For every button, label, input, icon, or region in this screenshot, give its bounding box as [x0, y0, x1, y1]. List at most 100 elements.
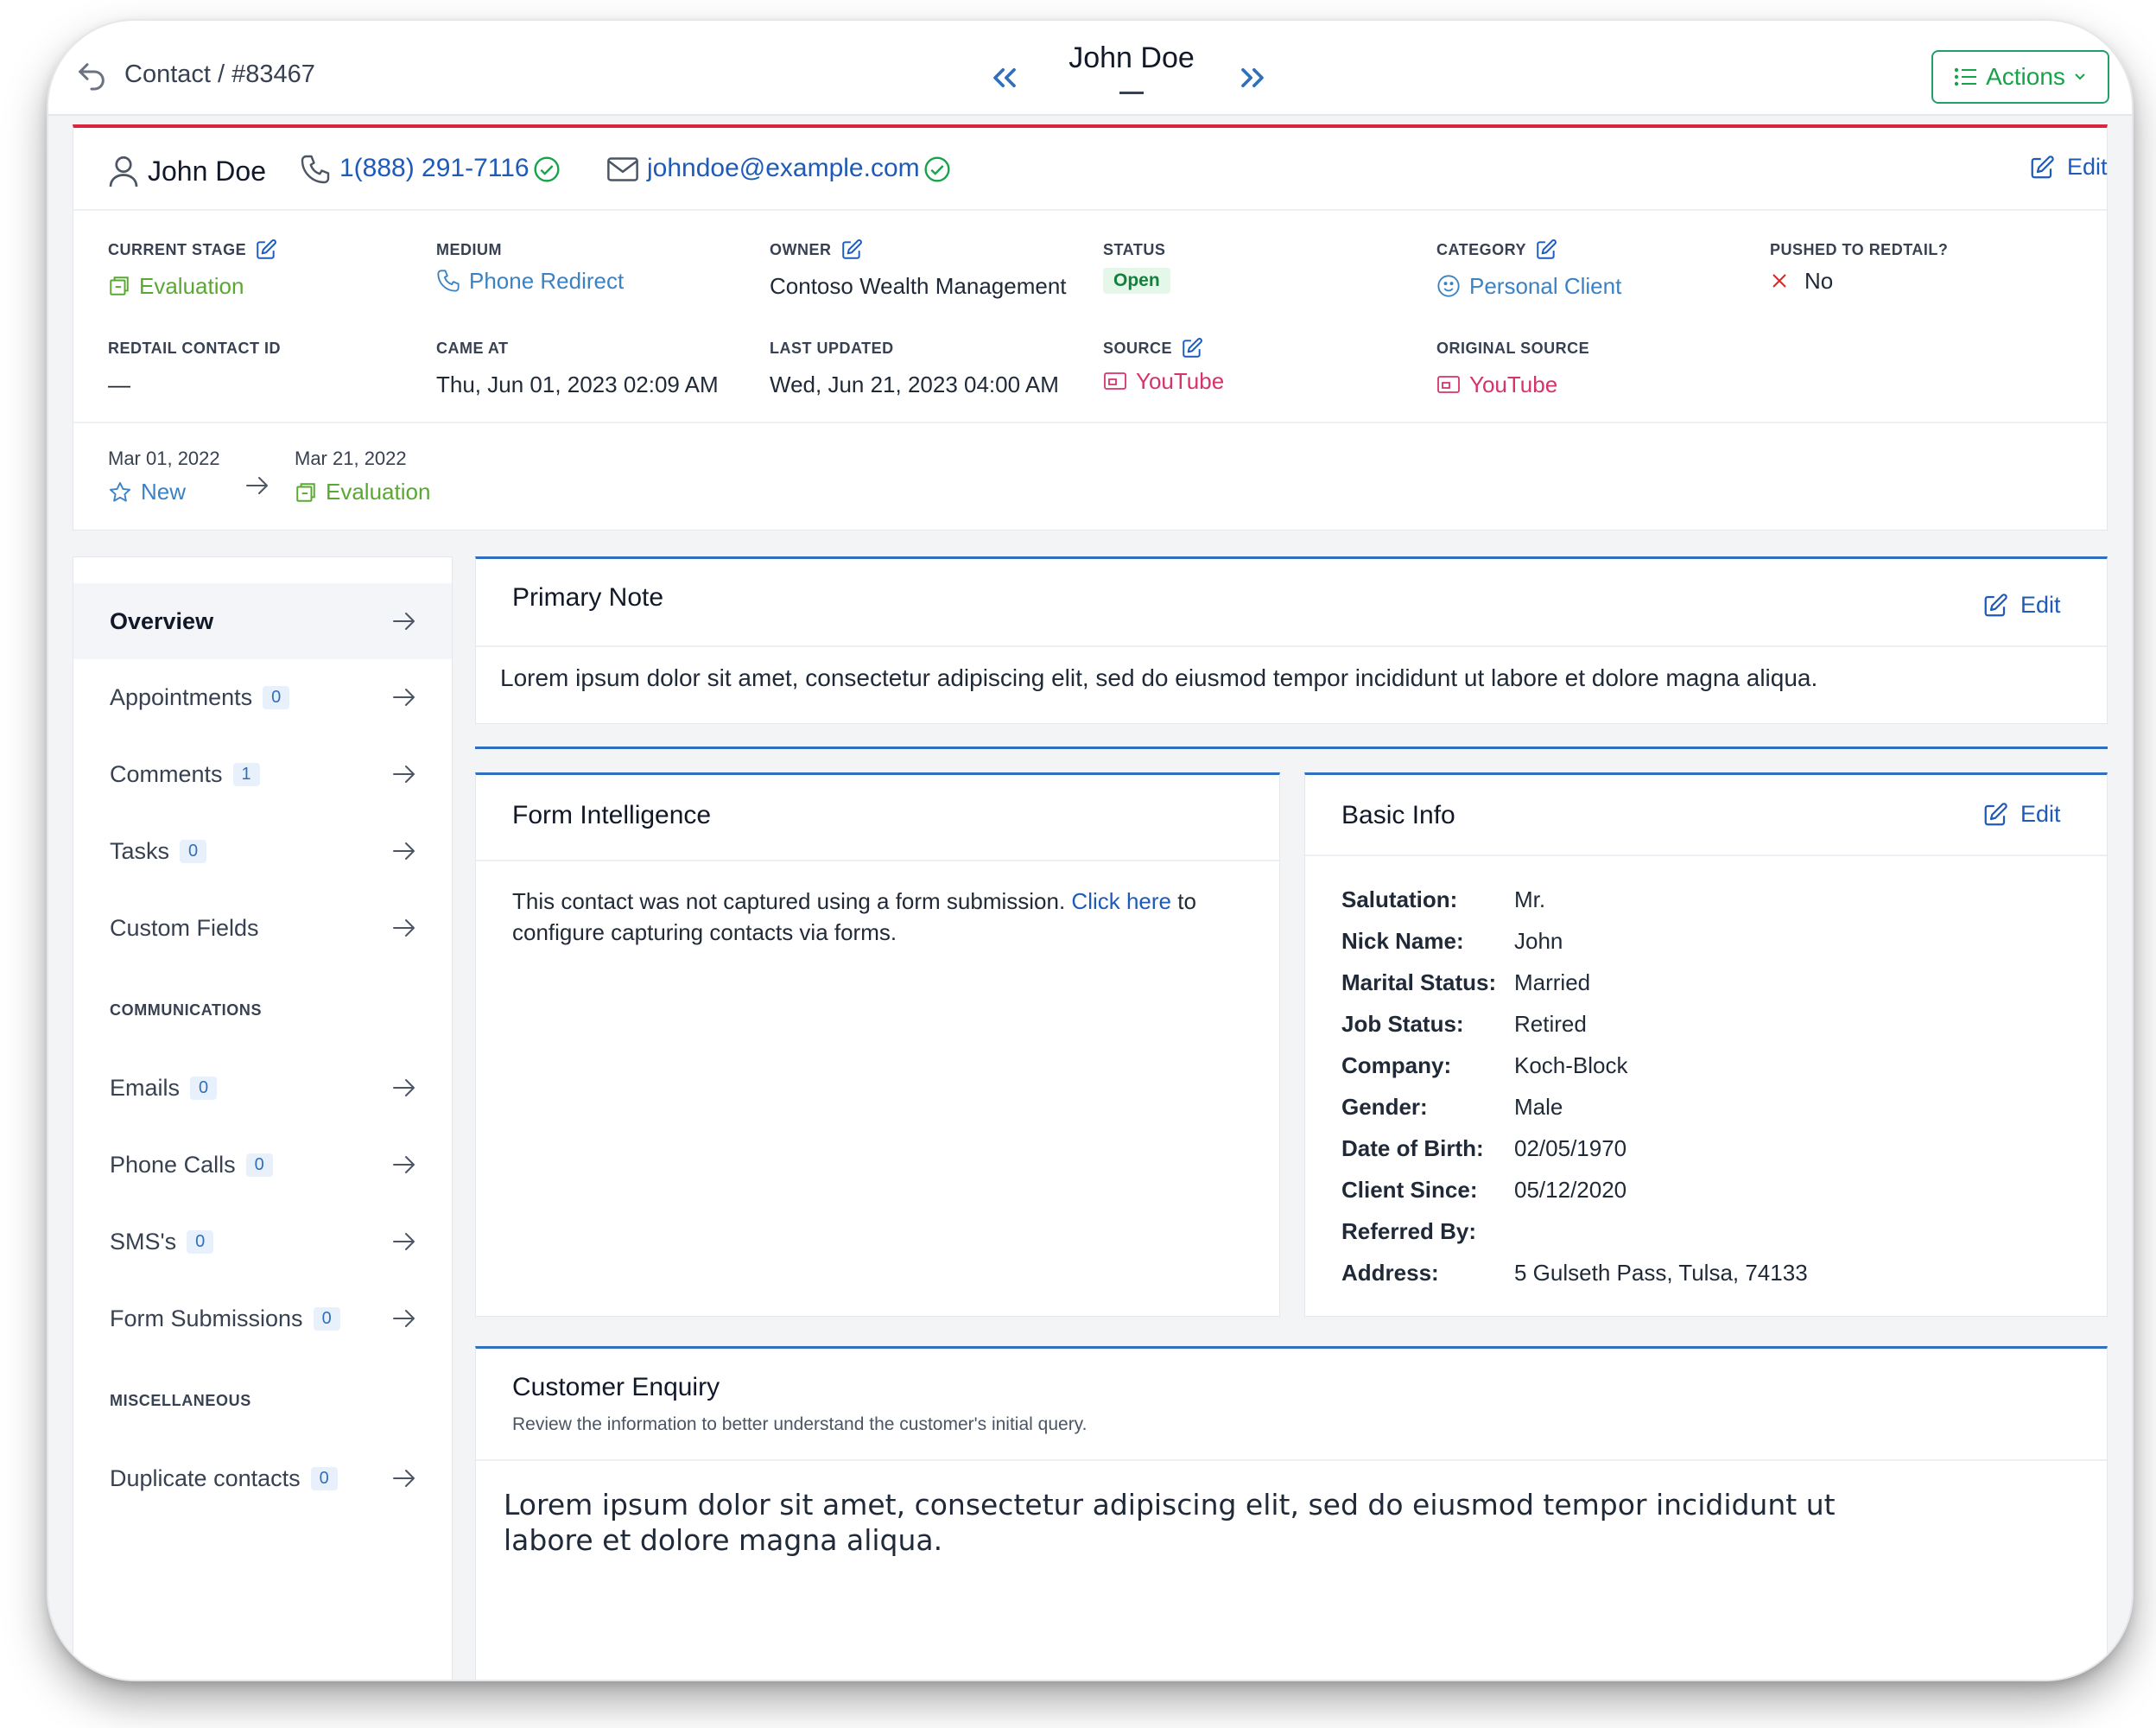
section-title-communications: COMMUNICATIONS: [110, 1001, 263, 1019]
mail-icon: [607, 157, 638, 181]
info-value: Male: [1514, 1093, 1563, 1120]
sidebar-item-label: Form Submissions: [110, 1305, 303, 1331]
divider: [1305, 854, 2107, 856]
current-stage-value: Evaluation: [139, 272, 244, 299]
actions-button[interactable]: Actions: [1931, 50, 2109, 104]
field-source: SOURCE YouTube: [1103, 335, 1224, 396]
card-subtitle: Review the information to better underst…: [512, 1414, 1088, 1434]
card-title: Primary Note: [512, 583, 664, 612]
sidebar-item-label: Phone Calls: [110, 1151, 236, 1178]
medium-value: Phone Redirect: [469, 267, 625, 294]
edit-primary-note-button[interactable]: Edit: [1982, 592, 2061, 619]
edit-icon: [1984, 593, 2007, 616]
sidebar-item-label: Tasks: [110, 837, 170, 864]
sidebar-item-label: Custom Fields: [110, 914, 259, 941]
sidebar-item-custom-fields[interactable]: Custom Fields: [73, 890, 452, 966]
edit-basic-info-button[interactable]: Edit: [1982, 801, 2061, 828]
click-here-link[interactable]: Click here: [1071, 888, 1171, 914]
field-category: CATEGORY Personal Client: [1436, 237, 1621, 301]
edit-icon[interactable]: [1181, 337, 1203, 359]
top-bar: Contact / #83467 John Doe Actions: [48, 21, 2132, 116]
sidebar-item-emails[interactable]: Emails 0: [73, 1050, 452, 1126]
sidebar-item-phone-calls[interactable]: Phone Calls 0: [73, 1127, 452, 1203]
field-label: REDTAIL CONTACT ID: [108, 339, 281, 357]
x-icon: [1772, 274, 1786, 288]
verified-check-icon: [924, 156, 950, 182]
sidebar-item-overview[interactable]: Overview: [73, 583, 452, 659]
sidebar-item-appointments[interactable]: Appointments 0: [73, 659, 452, 735]
count-badge: 0: [180, 839, 207, 863]
came-at-value: Thu, Jun 01, 2023 02:09 AM: [436, 371, 719, 397]
info-label: Gender:: [1341, 1093, 1428, 1120]
card-title: Customer Enquiry: [512, 1373, 720, 1401]
pushed-value: No: [1804, 267, 1834, 294]
breadcrumb[interactable]: Contact / #83467: [124, 60, 315, 89]
section-divider: [475, 746, 2108, 749]
stage-date: Mar 01, 2022: [108, 448, 220, 469]
next-contact-icon[interactable]: [1233, 59, 1271, 97]
sidebar-item-duplicate-contacts[interactable]: Duplicate contacts 0: [73, 1440, 452, 1516]
stage-history-item: Mar 21, 2022 Evaluation: [295, 448, 430, 505]
enquiry-line: labore et dolore magna aliqua.: [504, 1523, 943, 1557]
contact-title: John Doe: [1068, 41, 1195, 74]
actions-label: Actions: [1986, 63, 2065, 90]
message-text: This contact was not captured using a fo…: [512, 888, 1072, 914]
arrow-right-icon: [246, 477, 268, 494]
message-text: configure capturing contacts via forms.: [512, 919, 897, 945]
verified-check-icon: [534, 156, 560, 182]
divider: [73, 422, 2107, 423]
stage-history-item: Mar 01, 2022 New: [108, 448, 220, 505]
phone-icon: [301, 155, 330, 184]
info-row: Nick Name: John: [1341, 925, 1563, 956]
form-intelligence-message: This contact was not captured using a fo…: [512, 886, 1196, 948]
field-medium: MEDIUM Phone Redirect: [436, 237, 624, 295]
field-current-stage: CURRENT STAGE Evaluation: [108, 237, 277, 301]
edit-icon[interactable]: [840, 238, 863, 261]
field-status: STATUS Open: [1103, 237, 1170, 295]
chevron-down-icon: [2075, 73, 2085, 80]
basic-info-card: Basic Info Edit Salutation: Mr. Nick Name…: [1304, 772, 2108, 1317]
arrow-right-icon: [393, 689, 415, 706]
contact-email-link[interactable]: johndoe@example.com: [647, 154, 920, 183]
sidebar-item-comments[interactable]: Comments 1: [73, 736, 452, 812]
primary-note-card: Primary Note Edit Lorem ipsum dolor sit …: [475, 556, 2108, 724]
info-row: Marital Status: Married: [1341, 967, 1590, 998]
edit-icon[interactable]: [1535, 238, 1557, 261]
arrow-right-icon: [393, 1079, 415, 1096]
sidebar-item-sms[interactable]: SMS's 0: [73, 1204, 452, 1280]
field-label: ORIGINAL SOURCE: [1436, 339, 1590, 357]
field-label: CAME AT: [436, 339, 509, 357]
edit-label: Edit: [2020, 592, 2061, 618]
redtail-id-value: —: [108, 371, 130, 397]
status-badge: Open: [1103, 268, 1170, 294]
source-value: YouTube: [1136, 367, 1225, 394]
contact-phone-link[interactable]: 1(888) 291-7116: [339, 154, 529, 183]
edit-icon[interactable]: [255, 238, 277, 261]
edit-icon: [2031, 155, 2054, 178]
person-icon: [109, 156, 138, 187]
sidebar-item-form-submissions[interactable]: Form Submissions 0: [73, 1280, 452, 1356]
stage-name: Evaluation: [326, 479, 431, 505]
count-badge: 0: [310, 1466, 338, 1490]
edit-contact-button[interactable]: Edit: [2029, 154, 2108, 181]
card-title: Form Intelligence: [512, 801, 712, 829]
sidebar-item-label: Comments: [110, 760, 223, 787]
sidebar-item-tasks[interactable]: Tasks 0: [73, 813, 452, 889]
back-arrow-icon[interactable]: [74, 59, 109, 93]
info-value: John: [1514, 927, 1563, 954]
form-intelligence-card: Form Intelligence This contact was not c…: [475, 772, 1280, 1317]
video-icon: [1104, 372, 1126, 390]
phone-icon: [437, 270, 460, 292]
info-value: Retired: [1514, 1010, 1587, 1037]
enquiry-line: Lorem ipsum dolor sit amet, consectetur …: [504, 1488, 1836, 1522]
card-title: Basic Info: [1341, 801, 1455, 829]
info-value: 5 Gulseth Pass, Tulsa, 74133: [1514, 1259, 1808, 1286]
primary-note-text: Lorem ipsum dolor sit amet, consectetur …: [500, 664, 1818, 691]
field-last-updated: LAST UPDATED Wed, Jun 21, 2023 04:00 AM: [770, 335, 1059, 399]
contact-header-card: John Doe 1(888) 291-7116 johndoe@example…: [73, 124, 2108, 530]
info-value: Koch-Block: [1514, 1051, 1628, 1078]
info-row: Company: Koch-Block: [1341, 1050, 1628, 1081]
sidebar-item-label: Duplicate contacts: [110, 1464, 301, 1491]
previous-contact-icon[interactable]: [986, 59, 1024, 97]
star-icon: [109, 481, 131, 502]
